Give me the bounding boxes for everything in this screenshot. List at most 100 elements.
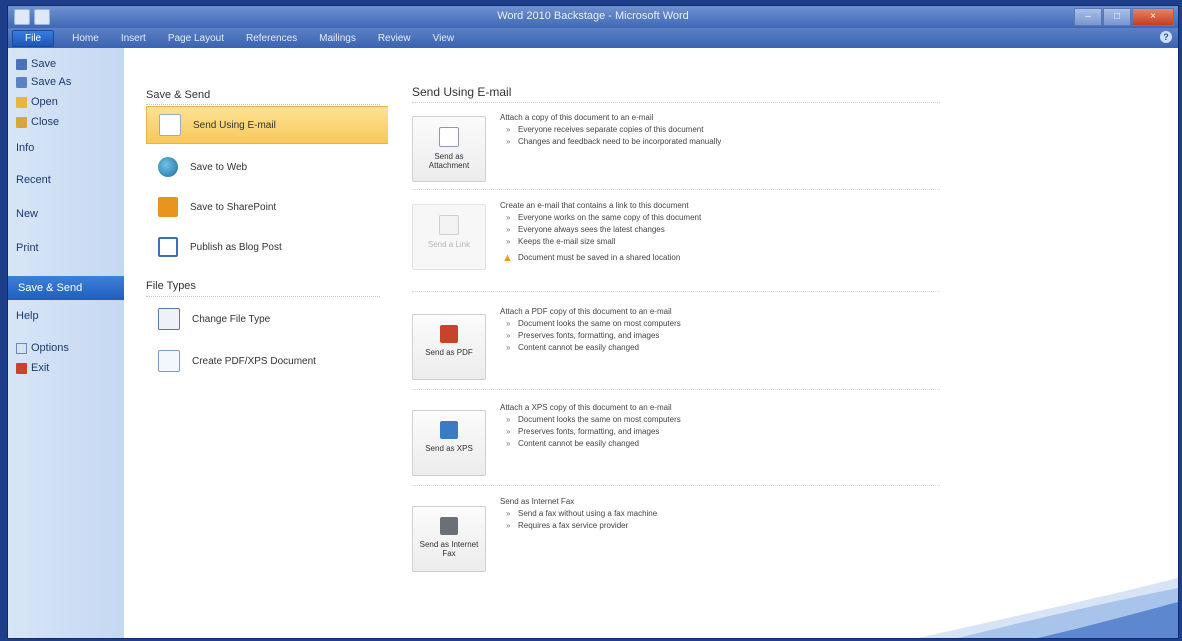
divider — [412, 389, 940, 390]
send-a-link-label: Send a Link — [427, 240, 471, 249]
nav-save-as[interactable]: Save As — [16, 76, 71, 88]
link-icon — [439, 215, 459, 235]
send-as-pdf-option: Send as PDF Attach a PDF copy of this do… — [412, 302, 940, 390]
nav-info[interactable]: Info — [16, 142, 34, 154]
divider — [412, 485, 940, 486]
bullet: Document looks the same on most computer… — [500, 414, 940, 426]
tab-page-layout[interactable]: Page Layout — [164, 31, 228, 46]
change-file-type-item[interactable]: Change File Type — [146, 300, 390, 338]
send-as-xps-label: Send as XPS — [425, 444, 473, 453]
nav-save[interactable]: Save — [16, 58, 56, 70]
backstage-nav: Save Save As Open Close Info Recent New … — [8, 48, 132, 638]
bullet: Keeps the e-mail size small — [500, 236, 940, 248]
nav-recent-label: Recent — [16, 174, 51, 186]
publish-blog-post-item[interactable]: Publish as Blog Post — [146, 228, 390, 266]
nav-open[interactable]: Open — [16, 96, 58, 108]
tab-file[interactable]: File — [12, 30, 55, 47]
send-as-internet-fax-button[interactable]: Send as Internet Fax — [412, 506, 486, 572]
bullet: Preserves fonts, formatting, and images — [500, 426, 940, 438]
bullet: Content cannot be easily changed — [500, 342, 940, 354]
nav-print-label: Print — [16, 242, 39, 254]
tab-insert[interactable]: Insert — [117, 31, 150, 46]
send-as-pdf-button[interactable]: Send as PDF — [412, 314, 486, 380]
send-as-attachment-option: Send as Attachment Attach a copy of this… — [412, 108, 940, 190]
sharepoint-icon — [158, 197, 178, 217]
tab-home[interactable]: Home — [68, 31, 103, 46]
publish-blog-post-label: Publish as Blog Post — [190, 241, 282, 253]
attachment-icon — [439, 127, 459, 147]
close-window-button[interactable]: × — [1132, 8, 1174, 26]
nav-new-label: New — [16, 208, 39, 220]
send-as-xps-button[interactable]: Send as XPS — [412, 410, 486, 476]
divider — [146, 296, 380, 297]
warning-icon: ▲ — [502, 252, 513, 264]
bullet: Content cannot be easily changed — [500, 438, 940, 450]
title-bar: Word 2010 Backstage - Microsoft Word – □… — [8, 6, 1178, 28]
minimize-button[interactable]: – — [1074, 8, 1102, 26]
save-as-icon — [16, 76, 27, 88]
maximize-button[interactable]: □ — [1103, 8, 1131, 26]
divider — [146, 104, 380, 105]
tab-mailings[interactable]: Mailings — [315, 31, 360, 46]
save-to-web-label: Save to Web — [190, 161, 248, 173]
send-as-internet-fax-label: Send as Internet Fax — [419, 540, 479, 558]
pdf-xps-icon — [158, 350, 180, 372]
nav-exit-label: Exit — [31, 362, 50, 374]
nav-info-label: Info — [16, 142, 35, 154]
xps-icon — [440, 421, 458, 439]
description-text: Attach a PDF copy of this document to an… — [500, 307, 672, 316]
option-description: Send as Internet Fax Send a fax without … — [500, 496, 940, 532]
create-pdf-xps-label: Create PDF/XPS Document — [192, 355, 316, 367]
window-title: Word 2010 Backstage - Microsoft Word — [497, 10, 689, 22]
nav-help-label: Help — [16, 310, 39, 322]
send-as-xps-option: Send as XPS Attach a XPS copy of this do… — [412, 398, 940, 486]
window-controls: – □ × — [1074, 8, 1174, 26]
tab-view[interactable]: View — [429, 31, 459, 46]
nav-save-and-send[interactable]: Save & Send — [8, 276, 132, 300]
nav-recent[interactable]: Recent — [16, 174, 51, 186]
save-to-sharepoint-item[interactable]: Save to SharePoint — [146, 188, 390, 226]
help-icon[interactable]: ? — [1160, 31, 1172, 43]
divider — [412, 291, 940, 292]
file-types-header: File Types — [146, 280, 196, 292]
nav-save-as-label: Save As — [31, 76, 72, 88]
send-using-email-panel: Send Using E-mail Send as Attachment Att… — [388, 48, 1178, 638]
bullet: Everyone receives separate copies of thi… — [500, 124, 940, 136]
send-as-attachment-button[interactable]: Send as Attachment — [412, 116, 486, 182]
nav-save-and-send-label: Save & Send — [18, 282, 83, 294]
word-window: Word 2010 Backstage - Microsoft Word – □… — [8, 6, 1178, 638]
nav-options[interactable]: Options — [16, 342, 69, 354]
nav-print[interactable]: Print — [16, 242, 39, 254]
warning-message: ▲ Document must be saved in a shared loc… — [500, 252, 940, 264]
option-description: Attach a XPS copy of this document to an… — [500, 402, 940, 450]
nav-exit[interactable]: Exit — [16, 362, 49, 374]
send-a-link-option: Send a Link Create an e-mail that contai… — [412, 196, 940, 292]
description-text: Create an e-mail that contains a link to… — [500, 201, 689, 210]
divider — [412, 189, 940, 190]
save-icon — [16, 58, 27, 70]
create-pdf-xps-item[interactable]: Create PDF/XPS Document — [146, 342, 390, 380]
panel-title: Send Using E-mail — [412, 85, 512, 99]
send-using-email-item[interactable]: Send Using E-mail — [146, 106, 390, 144]
pdf-icon — [440, 325, 458, 343]
fax-icon — [440, 517, 458, 535]
tab-references[interactable]: References — [242, 31, 301, 46]
description-text: Attach a XPS copy of this document to an… — [500, 403, 672, 412]
save-to-web-item[interactable]: Save to Web — [146, 148, 390, 186]
send-a-link-button[interactable]: Send a Link — [412, 204, 486, 270]
exit-icon — [16, 362, 27, 374]
save-send-header: Save & Send — [146, 89, 211, 101]
change-file-type-label: Change File Type — [192, 313, 271, 325]
option-description: Attach a PDF copy of this document to an… — [500, 306, 940, 354]
nav-help[interactable]: Help — [16, 310, 39, 322]
nav-open-label: Open — [31, 96, 58, 108]
tab-review[interactable]: Review — [374, 31, 415, 46]
send-as-internet-fax-option: Send as Internet Fax Send as Internet Fa… — [412, 492, 940, 582]
save-send-options: Save & Send Send Using E-mail Save to We… — [124, 48, 390, 638]
bullet: Preserves fonts, formatting, and images — [500, 330, 940, 342]
nav-close[interactable]: Close — [16, 116, 59, 128]
bullet: Document looks the same on most computer… — [500, 318, 940, 330]
folder-open-icon — [16, 96, 27, 108]
decorative-swoosh — [918, 578, 1178, 638]
nav-new[interactable]: New — [16, 208, 38, 220]
